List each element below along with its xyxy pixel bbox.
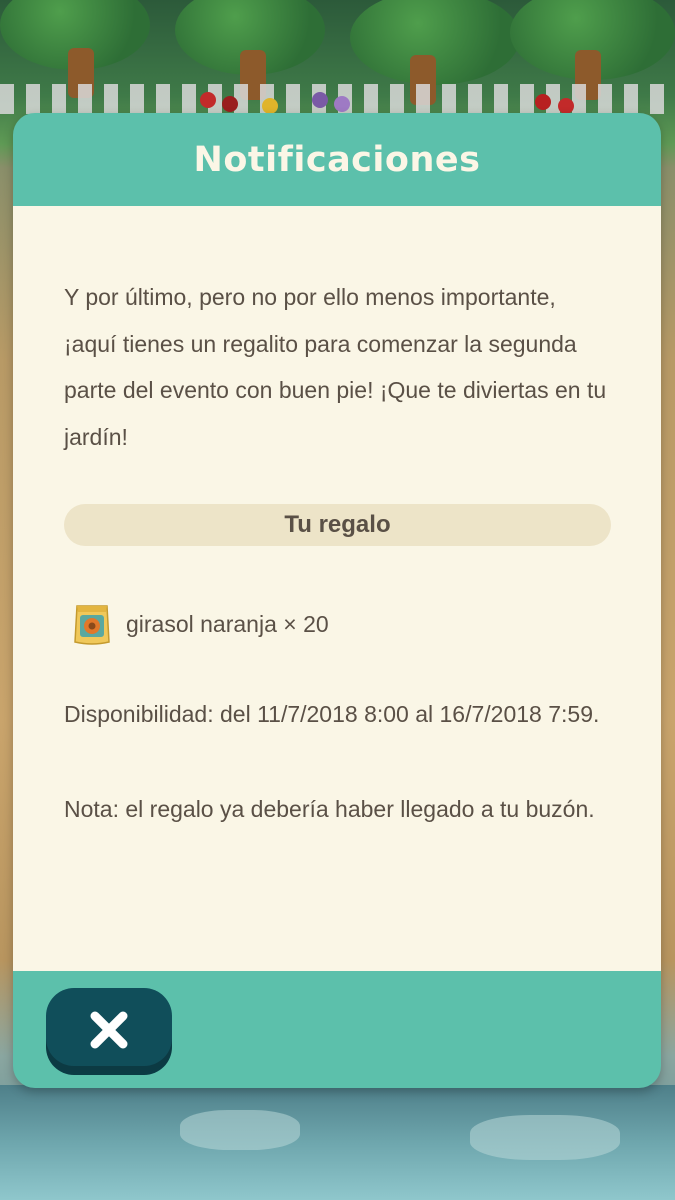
message-text: Y por último, pero no por ello menos imp…	[64, 284, 607, 450]
rock	[180, 1110, 300, 1150]
notification-dialog: Notificaciones Y por último, pero no por…	[13, 113, 661, 1088]
close-button[interactable]	[46, 988, 172, 1072]
gift-header-label: Tu regalo	[284, 511, 391, 538]
flower	[535, 94, 551, 110]
dialog-title: Notificaciones	[193, 139, 481, 180]
dialog-header: Notificaciones	[13, 113, 661, 206]
flower	[200, 92, 216, 108]
dialog-body: Y por último, pero no por ello menos imp…	[13, 206, 661, 971]
gift-header-bar: Tu regalo	[64, 504, 611, 546]
note-text: Nota: el regalo ya debería haber llegado…	[64, 795, 595, 822]
gift-item-label: girasol naranja × 20	[126, 610, 329, 637]
rock	[470, 1115, 620, 1160]
flower	[334, 96, 350, 112]
flower	[312, 92, 328, 108]
flower	[222, 96, 238, 112]
availability-text: Disponibilidad: del 11/7/2018 8:00 al 16…	[64, 701, 600, 727]
flower	[558, 98, 574, 114]
water	[0, 1085, 675, 1200]
seed-bag-icon	[74, 605, 110, 645]
gift-item: girasol naranja × 20	[64, 601, 611, 647]
dialog-footer	[13, 971, 661, 1088]
flower	[262, 98, 278, 114]
close-icon	[90, 1011, 128, 1049]
